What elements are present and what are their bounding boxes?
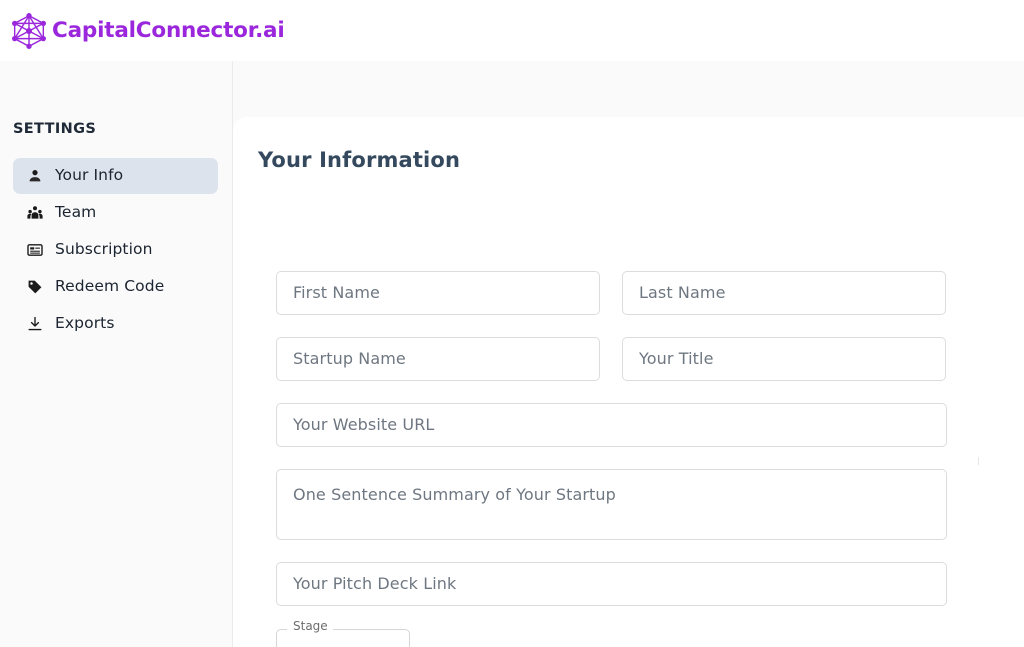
page-body: SETTINGS Your Info Team Subscription Red…: [0, 61, 1024, 647]
last-name-placeholder: Last Name: [639, 283, 726, 302]
sidebar-item-label: Exports: [55, 314, 115, 333]
people-group-icon: [26, 205, 43, 222]
sidebar-item-label: Your Info: [55, 166, 124, 185]
person-icon: [26, 168, 43, 185]
brand-logo[interactable]: CapitalConnector.ai: [8, 9, 285, 53]
last-name-field[interactable]: Last Name: [622, 271, 946, 315]
content-card: Your Information First Name Last Name St…: [233, 117, 1024, 647]
app-root: CapitalConnector.ai SETTINGS Your Info T…: [0, 0, 1024, 647]
pitch-deck-field[interactable]: Your Pitch Deck Link: [276, 562, 947, 606]
sidebar-nav: Your Info Team Subscription Redeem Code …: [13, 158, 218, 343]
form-row-website: Your Website URL: [276, 403, 989, 447]
sidebar-item-label: Subscription: [55, 240, 153, 259]
form-row-summary: One Sentence Summary of Your Startup: [276, 469, 989, 540]
first-name-placeholder: First Name: [293, 283, 380, 302]
sidebar: SETTINGS Your Info Team Subscription Red…: [0, 61, 233, 647]
download-icon: [26, 316, 43, 333]
website-url-placeholder: Your Website URL: [293, 415, 435, 434]
form-row-pitch-deck: Your Pitch Deck Link: [276, 562, 989, 606]
sidebar-item-team[interactable]: Team: [13, 195, 218, 231]
your-information-form: First Name Last Name Startup Name Your T…: [276, 271, 989, 647]
pitch-deck-placeholder: Your Pitch Deck Link: [293, 574, 457, 593]
first-name-field[interactable]: First Name: [276, 271, 600, 315]
page-title: Your Information: [258, 148, 461, 172]
brand-name: CapitalConnector.ai: [52, 17, 285, 43]
sidebar-item-exports[interactable]: Exports: [13, 306, 218, 342]
tag-icon: [26, 279, 43, 296]
your-title-placeholder: Your Title: [639, 349, 714, 368]
form-row-stage: Stage Pre-Seed: [276, 620, 989, 647]
form-row-name: First Name Last Name: [276, 271, 989, 315]
sidebar-heading: SETTINGS: [13, 121, 97, 137]
form-row-startup: Startup Name Your Title: [276, 337, 989, 381]
stage-label: Stage: [290, 620, 331, 632]
sidebar-item-subscription[interactable]: Subscription: [13, 232, 218, 268]
network-graph-icon: [8, 9, 50, 53]
sidebar-item-your-info[interactable]: Your Info: [13, 158, 218, 194]
your-title-field[interactable]: Your Title: [622, 337, 946, 381]
website-url-field[interactable]: Your Website URL: [276, 403, 947, 447]
sidebar-item-label: Team: [55, 203, 97, 222]
stage-select[interactable]: Stage Pre-Seed: [276, 620, 410, 647]
summary-placeholder: One Sentence Summary of Your Startup: [293, 485, 616, 504]
startup-name-placeholder: Startup Name: [293, 349, 406, 368]
sidebar-item-redeem-code[interactable]: Redeem Code: [13, 269, 218, 305]
card-list-icon: [26, 242, 43, 259]
app-header: CapitalConnector.ai: [0, 0, 1024, 61]
summary-textarea[interactable]: One Sentence Summary of Your Startup: [276, 469, 947, 540]
sidebar-item-label: Redeem Code: [55, 277, 165, 296]
startup-name-field[interactable]: Startup Name: [276, 337, 600, 381]
